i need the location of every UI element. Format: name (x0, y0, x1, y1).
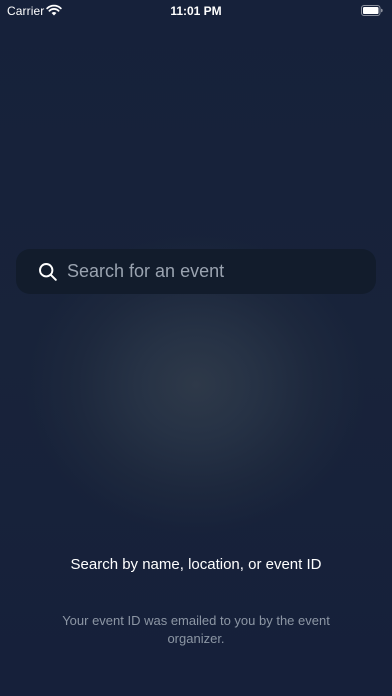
search-icon (39, 263, 57, 281)
battery-icon (361, 5, 383, 16)
help-subtitle: Your event ID was emailed to you by the … (62, 613, 330, 646)
status-bar: Carrier 11:01 PM (0, 0, 392, 22)
status-time: 11:01 PM (170, 4, 222, 18)
event-search-field[interactable] (16, 249, 376, 294)
search-input[interactable] (67, 249, 357, 294)
app-screen: Carrier 11:01 PM Search by name, locatio… (0, 0, 392, 696)
help-title: Search by name, location, or event ID (70, 556, 322, 573)
